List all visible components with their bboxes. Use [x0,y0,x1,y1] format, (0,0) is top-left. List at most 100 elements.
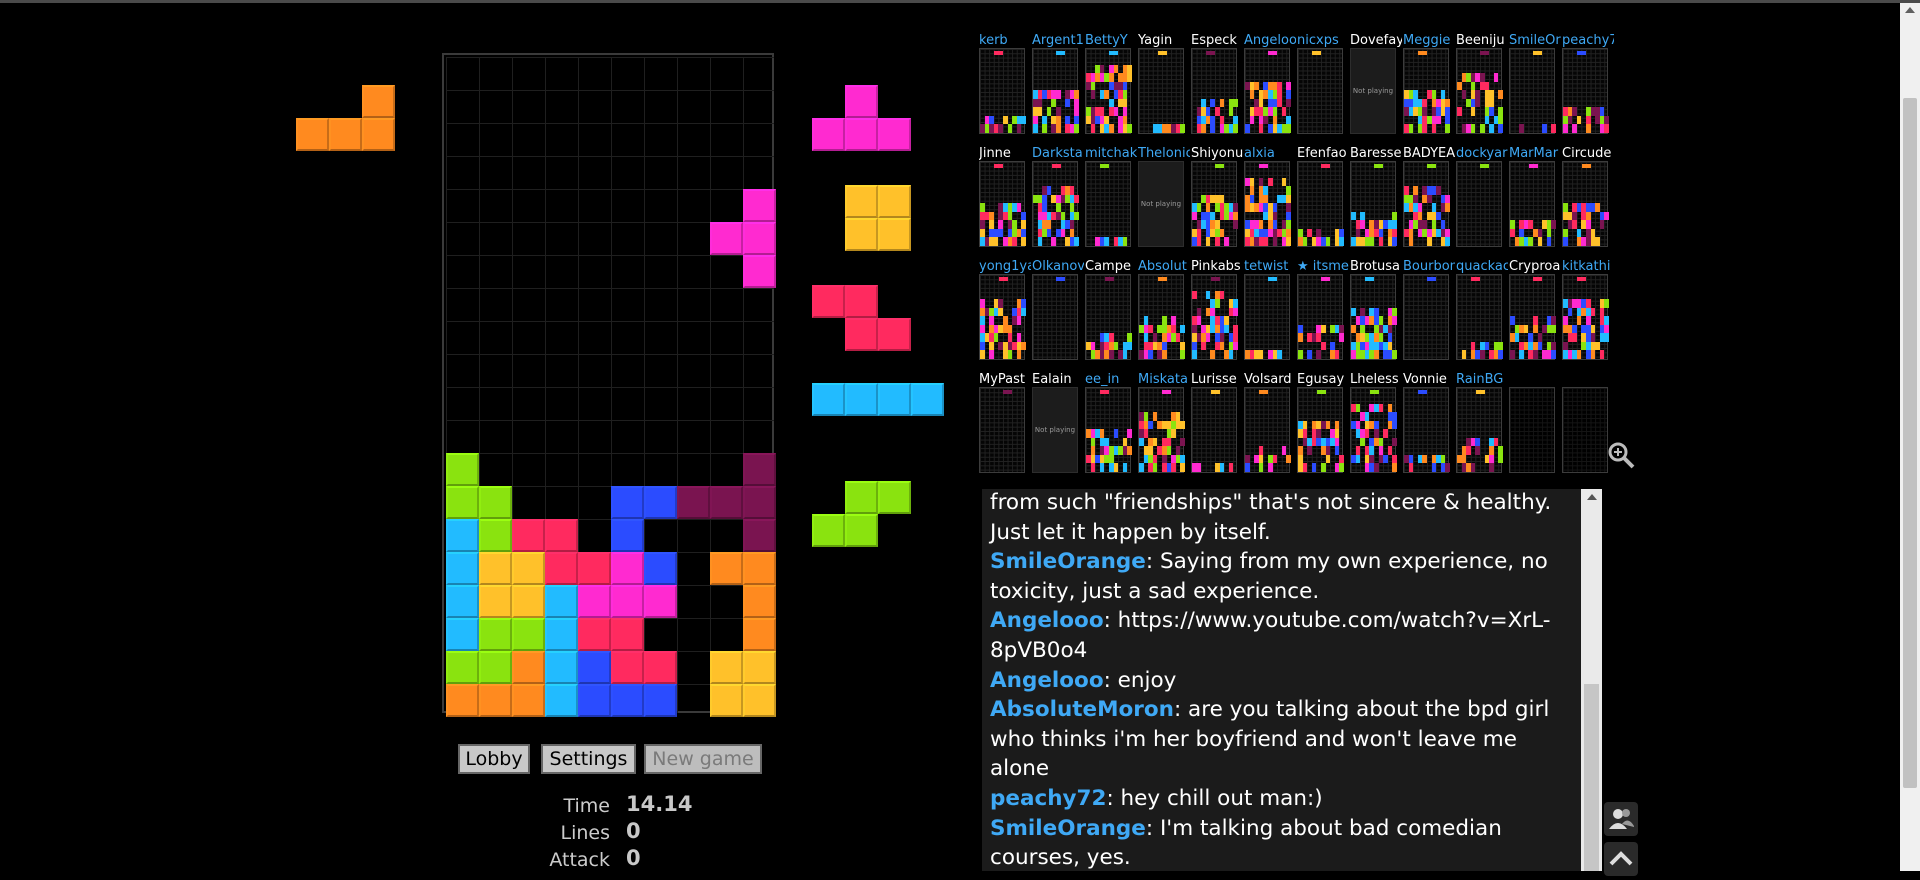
opponent-board[interactable] [979,274,1026,360]
opponent-name[interactable]: BettyY [1085,33,1137,49]
opponent-name[interactable]: yong1ya [979,259,1031,275]
opponent-name[interactable]: BADYEA [1403,146,1455,162]
opponent-board[interactable] [1032,48,1079,134]
opponent-board[interactable]: Not playing [1032,387,1078,473]
opponent-board[interactable] [1509,48,1556,134]
page-scroll-thumb[interactable] [1903,98,1917,788]
opponent-board[interactable] [1350,387,1397,473]
opponent-board[interactable] [1085,387,1132,473]
page-scrollbar[interactable] [1900,3,1920,871]
opponent-name[interactable]: Baresse [1350,146,1402,162]
opponent-name[interactable]: Miskata [1138,372,1190,388]
opponent-board[interactable] [1403,274,1449,360]
opponent-board[interactable] [1244,387,1291,473]
chat-username[interactable]: AbsoluteMoron [990,697,1174,722]
opponent-name[interactable]: Bourbon [1403,259,1455,275]
opponent-board[interactable] [1191,48,1238,134]
opponent-board[interactable] [1191,161,1238,247]
opponent-name[interactable]: Meggie [1403,33,1455,49]
opponent-name[interactable]: Lheless [1350,372,1402,388]
opponent-board[interactable]: Not playing [1350,48,1396,134]
opponent-board[interactable] [1032,274,1078,360]
opponent-board[interactable] [1403,48,1450,134]
opponent-board[interactable] [1403,161,1450,247]
chat-username[interactable]: SmileOrange [990,816,1146,841]
opponent-board[interactable] [1350,274,1397,360]
opponent-board[interactable] [1297,387,1344,473]
opponent-name[interactable]: Angeloo [1244,33,1296,49]
opponent-board[interactable] [1350,161,1397,247]
opponent-name[interactable]: Pinkabs [1191,259,1243,275]
tetris-board[interactable] [442,53,776,717]
opponent-name[interactable]: Volsard [1244,372,1296,388]
opponent-name[interactable]: MyPast [979,372,1031,388]
opponent-name[interactable]: quackac [1456,259,1508,275]
opponent-board[interactable] [1562,48,1609,134]
opponent-name[interactable]: tetwist [1244,259,1296,275]
opponent-name[interactable]: Thelonic [1138,146,1190,162]
opponent-board[interactable] [979,387,1025,473]
opponent-name[interactable]: Vonnie [1403,372,1455,388]
opponent-name[interactable]: ★ itsme [1297,259,1349,275]
opponent-name[interactable]: Circude [1562,146,1614,162]
opponent-name[interactable]: Dovefay [1350,33,1402,49]
opponent-name[interactable]: Campe [1085,259,1137,275]
opponent-name[interactable]: peachy7 [1562,33,1614,49]
opponent-board[interactable] [979,161,1026,247]
friends-button[interactable] [1604,802,1638,836]
opponent-name[interactable]: Especk [1191,33,1243,49]
opponent-board[interactable] [1562,274,1609,360]
opponent-name[interactable]: MarMar [1509,146,1561,162]
opponent-board[interactable] [1509,274,1556,360]
opponent-board[interactable] [1456,161,1502,247]
opponent-name[interactable]: Cryproa [1509,259,1561,275]
opponent-board[interactable] [1191,387,1237,473]
opponent-name[interactable]: Absolut [1138,259,1190,275]
opponent-name[interactable]: alxia [1244,146,1296,162]
opponent-board[interactable] [1562,161,1609,247]
opponent-name[interactable]: Olkanov [1032,259,1084,275]
opponent-board[interactable] [1085,161,1131,247]
opponent-name[interactable]: RainBG [1456,372,1508,388]
opponent-name[interactable]: Argent1 [1032,33,1084,49]
chat-scroll-up-icon[interactable] [1587,494,1597,500]
opponent-board[interactable] [1509,161,1556,247]
opponent-board[interactable] [1297,161,1344,247]
opponent-board[interactable] [1085,48,1132,134]
opponent-name[interactable]: kerb [979,33,1031,49]
opponent-board[interactable] [1138,274,1185,360]
settings-button[interactable]: Settings [541,744,636,774]
opponent-name[interactable]: Beeniju [1456,33,1508,49]
chat-username[interactable]: SmileOrange [990,549,1146,574]
opponent-name[interactable]: mitchak [1085,146,1137,162]
opponent-board[interactable] [1191,274,1238,360]
opponent-board[interactable] [1138,48,1185,134]
opponent-board[interactable] [1456,274,1503,360]
opponent-name[interactable]: Darksta [1032,146,1084,162]
opponent-board[interactable] [1244,48,1291,134]
opponent-name[interactable]: Yagin [1138,33,1190,49]
new-game-button[interactable]: New game [644,744,762,774]
opponent-name[interactable]: Lurisse [1191,372,1243,388]
opponent-name[interactable]: Efenfao [1297,146,1349,162]
opponent-board[interactable]: Not playing [1138,161,1184,247]
opponent-name[interactable]: Shiyonu [1191,146,1243,162]
opponent-name[interactable]: Brotusa [1350,259,1402,275]
chat-scroll-thumb[interactable] [1584,684,1599,871]
chat-username[interactable]: Angelooo [990,608,1104,633]
lobby-button[interactable]: Lobby [458,744,530,774]
opponent-board[interactable] [1244,274,1290,360]
opponent-board[interactable] [979,48,1026,134]
magnifier-icon[interactable] [1606,440,1636,470]
opponent-board[interactable] [1032,161,1079,247]
opponent-name[interactable]: Ealain [1032,372,1084,388]
opponent-board[interactable] [1244,161,1291,247]
chat-username[interactable]: peachy72 [990,786,1106,811]
opponent-board[interactable] [1456,387,1503,473]
opponent-board[interactable] [1297,48,1343,134]
opponent-board[interactable] [1403,387,1450,473]
opponent-board[interactable] [1456,48,1503,134]
opponent-board[interactable] [1138,387,1185,473]
opponent-board[interactable] [1509,387,1555,473]
opponent-name[interactable]: SmileOr [1509,33,1561,49]
